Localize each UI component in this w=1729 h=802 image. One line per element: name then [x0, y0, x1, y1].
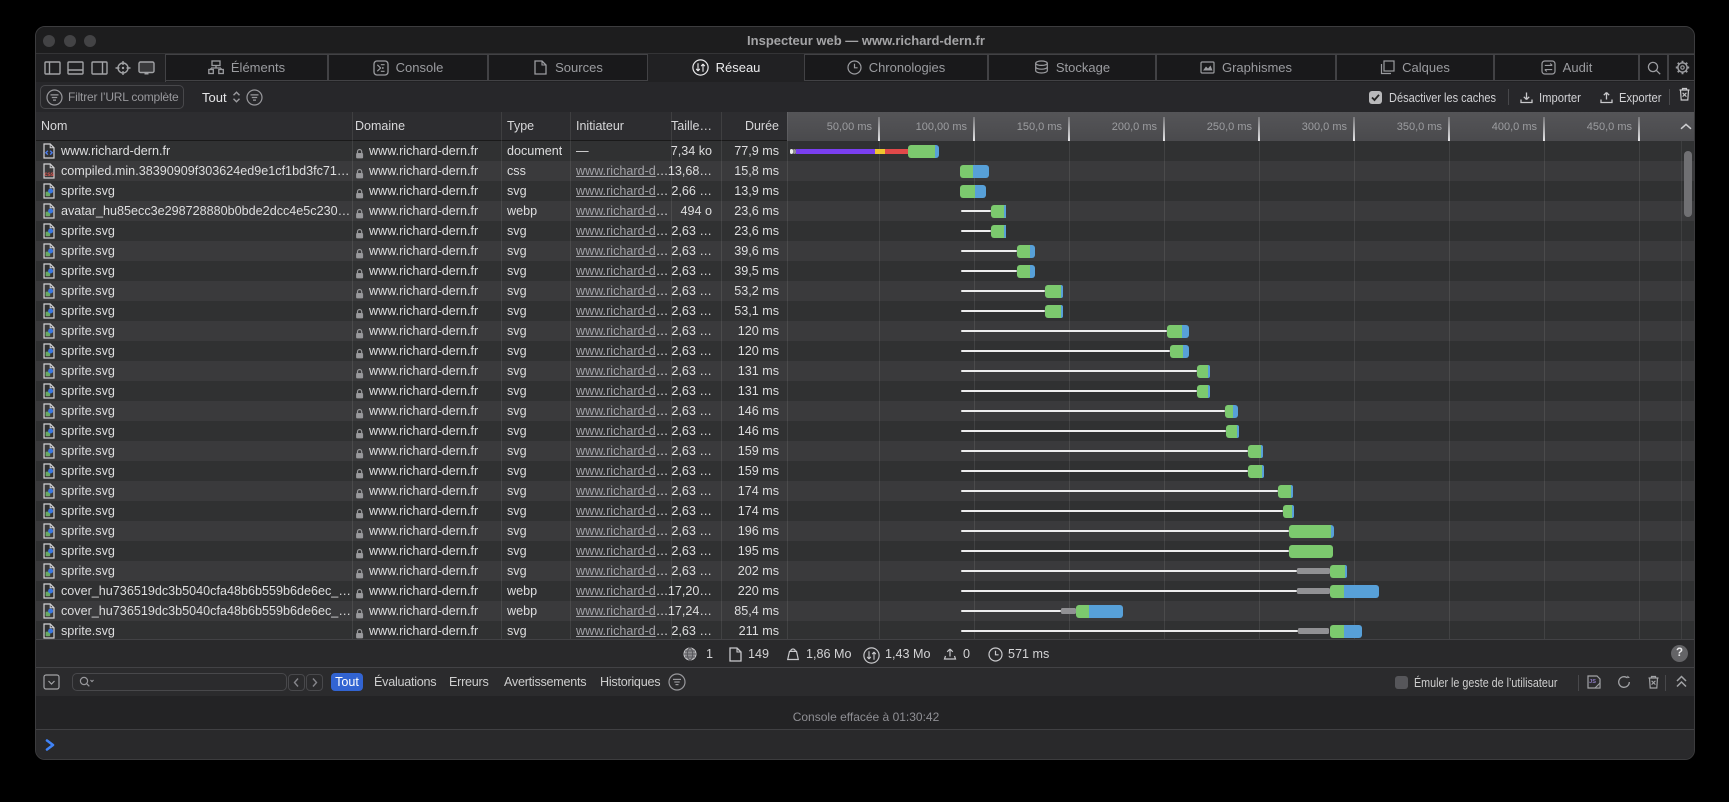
svg-text:JS: JS: [1589, 679, 1596, 685]
svg-text:css: css: [44, 171, 54, 178]
